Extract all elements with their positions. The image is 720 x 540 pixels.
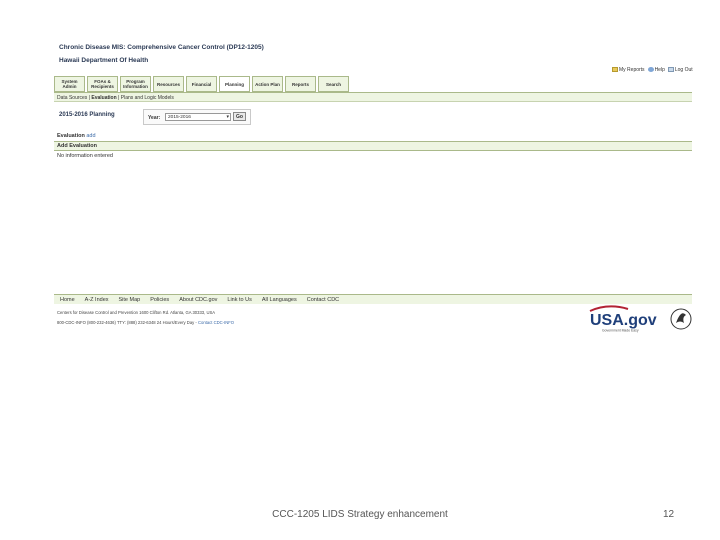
footer-link-link-to-us[interactable]: Link to Us [227,297,251,303]
slide-caption: CCC-1205 LIDS Strategy enhancement [272,509,448,520]
tab-search[interactable]: Search [318,76,349,92]
subnav-data-sources[interactable]: Data Sources [57,95,87,101]
footer-link-home[interactable]: Home [60,297,75,303]
evaluation-section-label: Evaluation add [57,133,96,139]
help-icon [647,67,654,73]
footer-link-site-map[interactable]: Site Map [119,297,141,303]
folder-icon [612,67,618,73]
help-link[interactable]: Help [647,67,665,73]
usagov-logo[interactable]: USA.gov Government Made Easy [588,305,666,333]
footer-link-languages[interactable]: All Languages [262,297,297,303]
evaluation-label: Evaluation [57,133,85,139]
organization-name: Hawaii Department Of Health [59,57,149,64]
tab-resources[interactable]: Resources [153,76,184,92]
footer-link-az-index[interactable]: A-Z Index [85,297,109,303]
add-evaluation-bar [54,141,692,151]
subnav: Data Sources | Evaluation | Plans and Lo… [57,94,174,101]
logout-icon [667,67,674,73]
chevron-down-icon: ▾ [226,113,229,120]
top-links: My Reports Help Log Out [612,67,693,73]
slide-page-number: 12 [663,509,675,520]
year-label: Year: [148,114,161,121]
tab-financial[interactable]: Financial [186,76,217,92]
hhs-eagle-logo[interactable] [670,305,692,333]
page-title: Chronic Disease MIS: Comprehensive Cance… [59,44,264,51]
footer-link-contact[interactable]: Contact CDC [307,297,339,303]
footer-phone-text: 800-CDC-INFO (800-232-4636) TTY: (888) 2… [57,320,197,325]
contact-cdc-info-link[interactable]: Contact CDC-INFO [198,320,234,325]
tab-program-information[interactable]: Program Information [120,76,151,92]
tab-foas-recipients[interactable]: FOAs & Recipients [87,76,118,92]
footer-links: Home A-Z Index Site Map Policies About C… [60,297,339,303]
evaluation-add-link[interactable]: add [86,133,95,139]
year-select[interactable]: 2015-2016 ▾ [165,112,231,121]
footer-link-policies[interactable]: Policies [150,297,169,303]
planning-heading: 2015-2016 Planning [59,112,115,118]
tab-planning[interactable]: Planning [219,76,250,92]
subnav-plans-logic-models[interactable]: Plans and Logic Models [121,95,174,101]
tab-reports[interactable]: Reports [285,76,316,92]
go-button[interactable]: Go [233,112,246,121]
tab-system-admin[interactable]: System Admin [54,76,85,92]
usagov-logo-text: USA.gov [590,312,657,329]
logout-link[interactable]: Log Out [667,67,693,73]
usagov-tagline: Government Made Easy [602,329,639,333]
year-select-value: 2015-2016 [168,114,191,120]
footer-phone: 800-CDC-INFO (800-232-4636) TTY: (888) 2… [57,320,234,325]
footer-link-about[interactable]: About CDC.gov [179,297,217,303]
hhs-eagle-shape [676,313,686,323]
usagov-swoosh [589,305,629,312]
add-evaluation-header: Add Evaluation [57,143,98,149]
my-reports-link[interactable]: My Reports [612,67,645,73]
subnav-evaluation[interactable]: Evaluation [91,95,116,101]
main-tabs: System Admin FOAs & Recipients Program I… [54,76,349,92]
tab-action-plan[interactable]: Action Plan [252,76,283,92]
empty-state-text: No information entered [57,153,113,159]
footer-address: Centers for Disease Control and Preventi… [57,310,216,315]
